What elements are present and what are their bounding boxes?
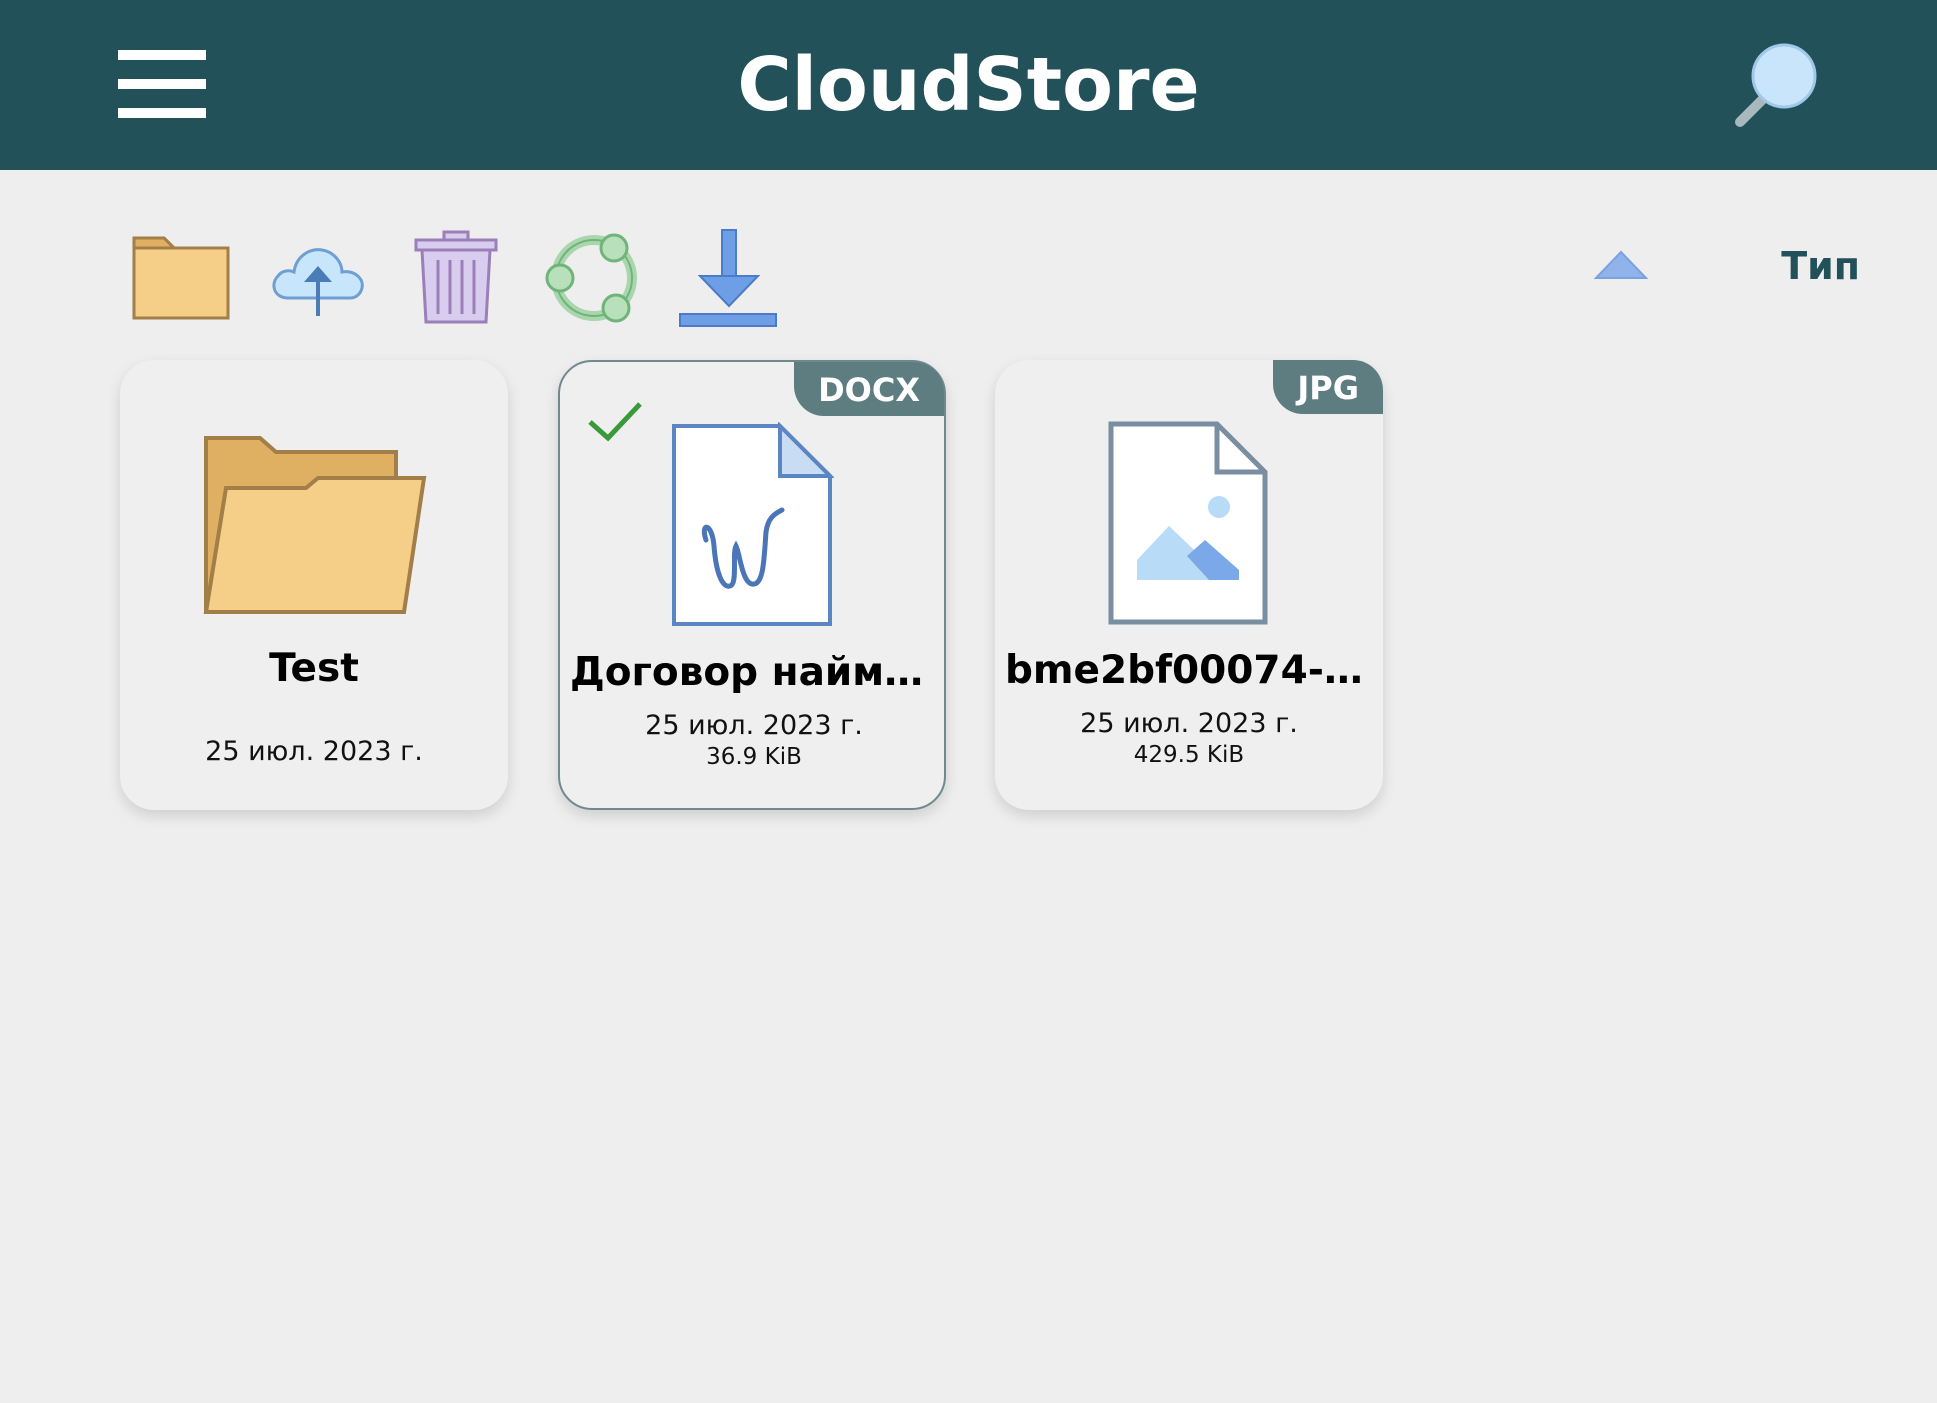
checkmark-icon	[588, 402, 642, 442]
download-icon	[679, 229, 777, 327]
app-header: CloudStore	[0, 0, 1937, 170]
image-file-icon	[1108, 421, 1268, 625]
file-date: 25 июл. 2023 г.	[645, 710, 863, 741]
new-folder-button[interactable]	[130, 226, 240, 332]
file-size: 36.9 KiB	[706, 744, 802, 770]
sort-type-label[interactable]: Тип	[1700, 236, 1860, 296]
file-card-jpg[interactable]: JPG bme2bf00074-fi... 25 июл. 2023 г. 42…	[995, 360, 1383, 810]
magnifier-icon[interactable]	[1728, 38, 1824, 134]
cloud-upload-icon	[272, 248, 364, 316]
download-button[interactable]	[674, 226, 784, 332]
file-size: 429.5 KiB	[1133, 742, 1245, 768]
file-type-badge: JPG	[1273, 360, 1383, 414]
file-type-badge: DOCX	[794, 362, 944, 416]
file-date: 25 июл. 2023 г.	[1080, 708, 1298, 739]
file-card-docx[interactable]: DOCX Договор найма... 25 июл. 2023 г. 36…	[558, 360, 946, 810]
share-button[interactable]	[538, 226, 648, 332]
triangle-up-icon[interactable]	[1590, 244, 1652, 284]
app-title: CloudStore	[737, 42, 1200, 128]
word-document-icon	[672, 422, 834, 626]
share-icon	[545, 233, 637, 323]
folder-open-icon	[203, 436, 427, 614]
file-name: Test	[269, 646, 359, 691]
delete-button[interactable]	[402, 226, 512, 332]
folder-icon	[132, 236, 230, 320]
trash-icon	[414, 230, 498, 324]
file-name: bme2bf00074-fi...	[1005, 648, 1373, 693]
folder-card-test[interactable]: Test 25 июл. 2023 г.	[120, 360, 508, 810]
file-name: Договор найма...	[570, 650, 938, 695]
upload-button[interactable]	[266, 226, 376, 332]
file-date: 25 июл. 2023 г.	[205, 736, 423, 767]
